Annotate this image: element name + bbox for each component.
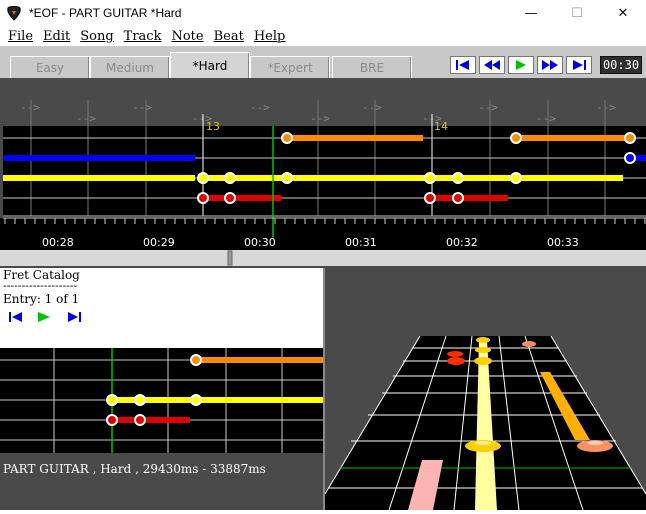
yellow-note bbox=[106, 394, 118, 406]
menu-note[interactable]: Note bbox=[171, 29, 203, 44]
yellow-note[interactable] bbox=[510, 172, 522, 184]
beat-arrow: --> bbox=[20, 101, 40, 114]
menu-beat[interactable]: Beat bbox=[214, 29, 244, 44]
beat-arrow: --> bbox=[310, 112, 330, 125]
yellow-sustain[interactable] bbox=[3, 175, 195, 181]
tab-bre[interactable]: BRE bbox=[332, 56, 412, 78]
blue-note[interactable] bbox=[624, 152, 636, 164]
play-button[interactable] bbox=[508, 56, 534, 74]
close-button[interactable]: ✕ bbox=[600, 0, 646, 26]
time-display: 00:30 bbox=[600, 56, 642, 74]
menu-file[interactable]: File bbox=[8, 29, 33, 44]
beat-arrow: --> bbox=[478, 101, 498, 114]
red-note[interactable] bbox=[224, 192, 236, 204]
seek-end-icon bbox=[573, 60, 586, 70]
red-note[interactable] bbox=[197, 192, 209, 204]
maximize-button[interactable]: ☐ bbox=[554, 0, 600, 26]
minimize-button[interactable]: — bbox=[508, 0, 554, 26]
timeline-label: 00:29 bbox=[143, 236, 175, 249]
blue-sustain[interactable] bbox=[3, 155, 195, 161]
orange-sustain[interactable] bbox=[287, 135, 423, 141]
menu-bar: File Edit Song Track Note Beat Help bbox=[0, 26, 646, 46]
yellow-note[interactable] bbox=[224, 172, 236, 184]
red-sustain bbox=[112, 417, 190, 423]
catalog-next-icon bbox=[68, 312, 78, 322]
timeline-label: 00:32 bbox=[446, 236, 478, 249]
tab-easy[interactable]: Easy bbox=[10, 56, 90, 78]
timeline-label: 00:33 bbox=[547, 236, 579, 249]
catalog-next-button[interactable] bbox=[68, 312, 81, 322]
rewind-icon bbox=[484, 60, 500, 70]
beat-arrow: --> bbox=[536, 112, 556, 125]
seek-end-button[interactable] bbox=[566, 56, 592, 74]
menu-track[interactable]: Track bbox=[124, 29, 162, 44]
window-title: *EOF - PART GUITAR *Hard bbox=[29, 6, 182, 20]
toolbar: Easy Medium *Hard *Expert BRE 00:30 bbox=[0, 46, 646, 78]
orange-note[interactable] bbox=[510, 132, 522, 144]
fast-forward-icon bbox=[542, 60, 558, 70]
catalog-prev-icon bbox=[9, 312, 11, 322]
orange-sustain bbox=[196, 357, 323, 363]
fast-forward-button[interactable] bbox=[537, 56, 563, 74]
orange-sustain[interactable] bbox=[516, 135, 626, 141]
title-bar: *EOF - PART GUITAR *Hard — ☐ ✕ bbox=[0, 0, 646, 26]
red-sustain[interactable] bbox=[203, 195, 281, 201]
fret-catalog-separator: -------------------- bbox=[3, 279, 78, 292]
tab-medium[interactable]: Medium bbox=[90, 56, 170, 78]
menu-song[interactable]: Song bbox=[80, 29, 113, 44]
timeline-label: 00:30 bbox=[244, 236, 276, 249]
play-icon bbox=[516, 60, 526, 70]
app-guitar-pick-icon bbox=[7, 6, 21, 21]
beat-arrow: --> bbox=[76, 112, 96, 125]
fret-catalog-entry: Entry: 1 of 1 bbox=[3, 292, 80, 306]
red-note bbox=[134, 414, 146, 426]
horizontal-scrollbar[interactable] bbox=[0, 250, 646, 266]
timeline-label: 00:31 bbox=[345, 236, 377, 249]
tab-expert[interactable]: *Expert bbox=[250, 56, 330, 78]
beat-arrow: --> bbox=[596, 101, 616, 114]
tab-hard[interactable]: *Hard bbox=[170, 52, 250, 78]
yellow-note[interactable] bbox=[281, 172, 293, 184]
catalog-prev-button[interactable] bbox=[9, 312, 22, 322]
red-note bbox=[106, 414, 118, 426]
red-note[interactable] bbox=[452, 192, 464, 204]
status-text: PART GUITAR , Hard , 29430ms - 33887ms bbox=[3, 462, 266, 476]
yellow-note[interactable] bbox=[452, 172, 464, 184]
catalog-play-icon bbox=[38, 312, 50, 322]
orange-note[interactable] bbox=[624, 132, 636, 144]
measure-number-14: 14 bbox=[434, 120, 448, 133]
yellow-note bbox=[190, 394, 202, 406]
yellow-note[interactable] bbox=[197, 172, 209, 184]
red-sustain[interactable] bbox=[430, 195, 508, 201]
beat-arrow: --> bbox=[250, 101, 270, 114]
red-note[interactable] bbox=[424, 192, 436, 204]
orange-note[interactable] bbox=[281, 132, 293, 144]
yellow-note bbox=[134, 394, 146, 406]
measure-number-13: 13 bbox=[206, 120, 220, 133]
seek-start-button[interactable] bbox=[450, 56, 476, 74]
beat-arrow: --> bbox=[132, 101, 152, 114]
note-editor[interactable]: --> --> --> --> --> --> --> --> --> --> … bbox=[0, 78, 646, 268]
timeline-label: 00:28 bbox=[42, 236, 74, 249]
catalog-nav bbox=[9, 312, 81, 322]
seek-start-icon bbox=[456, 60, 469, 70]
orange-note bbox=[190, 354, 202, 366]
menu-help[interactable]: Help bbox=[254, 29, 286, 44]
catalog-preview[interactable] bbox=[0, 348, 323, 510]
yellow-note[interactable] bbox=[424, 172, 436, 184]
highway-3d-preview bbox=[323, 268, 646, 511]
rewind-button[interactable] bbox=[479, 56, 505, 74]
scrollbar-thumb[interactable] bbox=[227, 250, 233, 266]
menu-edit[interactable]: Edit bbox=[43, 29, 70, 44]
highway-canvas bbox=[324, 268, 646, 511]
beat-arrow: --> bbox=[362, 101, 382, 114]
catalog-play-button[interactable] bbox=[38, 312, 50, 322]
yellow-sustain[interactable] bbox=[203, 175, 623, 181]
